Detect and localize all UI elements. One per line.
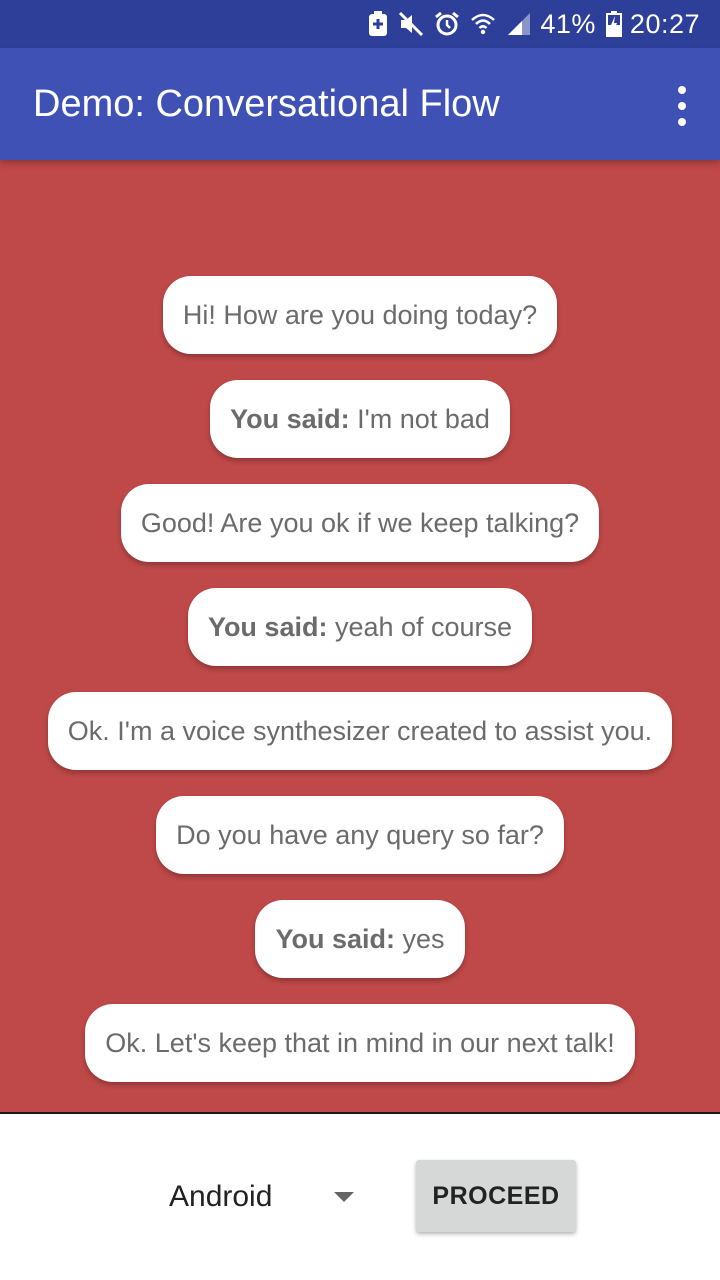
spinner-selected-value: Android <box>169 1180 273 1213</box>
status-bar: 41% 20:27 <box>0 0 720 48</box>
message-text: I'm not bad <box>357 404 490 434</box>
proceed-button[interactable]: PROCEED <box>416 1160 576 1232</box>
app-title: Demo: Conversational Flow <box>33 82 500 125</box>
status-time: 20:27 <box>629 8 700 39</box>
message-text: Do you have any query so far? <box>176 820 544 850</box>
message-prefix: You said: <box>207 612 335 642</box>
overflow-dot <box>678 86 686 94</box>
battery-charging-icon <box>605 9 622 39</box>
platform-spinner[interactable]: Android <box>160 1169 370 1225</box>
message-bubble: Hi! How are you doing today? <box>162 276 558 354</box>
app-bar: Demo: Conversational Flow <box>0 48 720 160</box>
bottom-controls: Android PROCEED <box>0 1114 720 1280</box>
message-bubble: You said: yes <box>255 900 465 978</box>
message-text: yeah of course <box>334 612 513 642</box>
battery-percent: 41% <box>540 8 596 39</box>
message-prefix: You said: <box>230 404 358 434</box>
message-bubble: You said: I'm not bad <box>210 380 510 458</box>
overflow-dot <box>678 118 686 126</box>
conversation-area: Hi! How are you doing today? You said: I… <box>0 160 720 1112</box>
alarm-icon <box>434 9 460 39</box>
message-text: Ok. Let's keep that in mind in our next … <box>105 1028 615 1058</box>
message-text: Hi! How are you doing today? <box>182 300 538 330</box>
overflow-menu-icon[interactable] <box>670 86 694 126</box>
message-text: Good! Are you ok if we keep talking? <box>140 508 580 538</box>
notification-icon <box>368 9 388 39</box>
overflow-dot <box>678 102 686 110</box>
message-bubble: Ok. I'm a voice synthesizer created to a… <box>47 692 673 770</box>
signal-icon <box>506 9 532 39</box>
mute-icon <box>398 9 424 39</box>
dropdown-arrow-icon <box>334 1192 354 1202</box>
screen: 41% 20:27 Demo: Conversational Flow Hi! … <box>0 0 720 1280</box>
message-text: Ok. I'm a voice synthesizer created to a… <box>67 716 653 746</box>
message-bubble: Ok. Let's keep that in mind in our next … <box>85 1004 635 1082</box>
wifi-icon <box>470 9 496 39</box>
message-prefix: You said: <box>275 924 403 954</box>
message-text: yes <box>402 924 445 954</box>
message-bubble: You said: yeah of course <box>187 588 533 666</box>
message-bubble: Do you have any query so far? <box>156 796 564 874</box>
message-bubble: Good! Are you ok if we keep talking? <box>120 484 600 562</box>
